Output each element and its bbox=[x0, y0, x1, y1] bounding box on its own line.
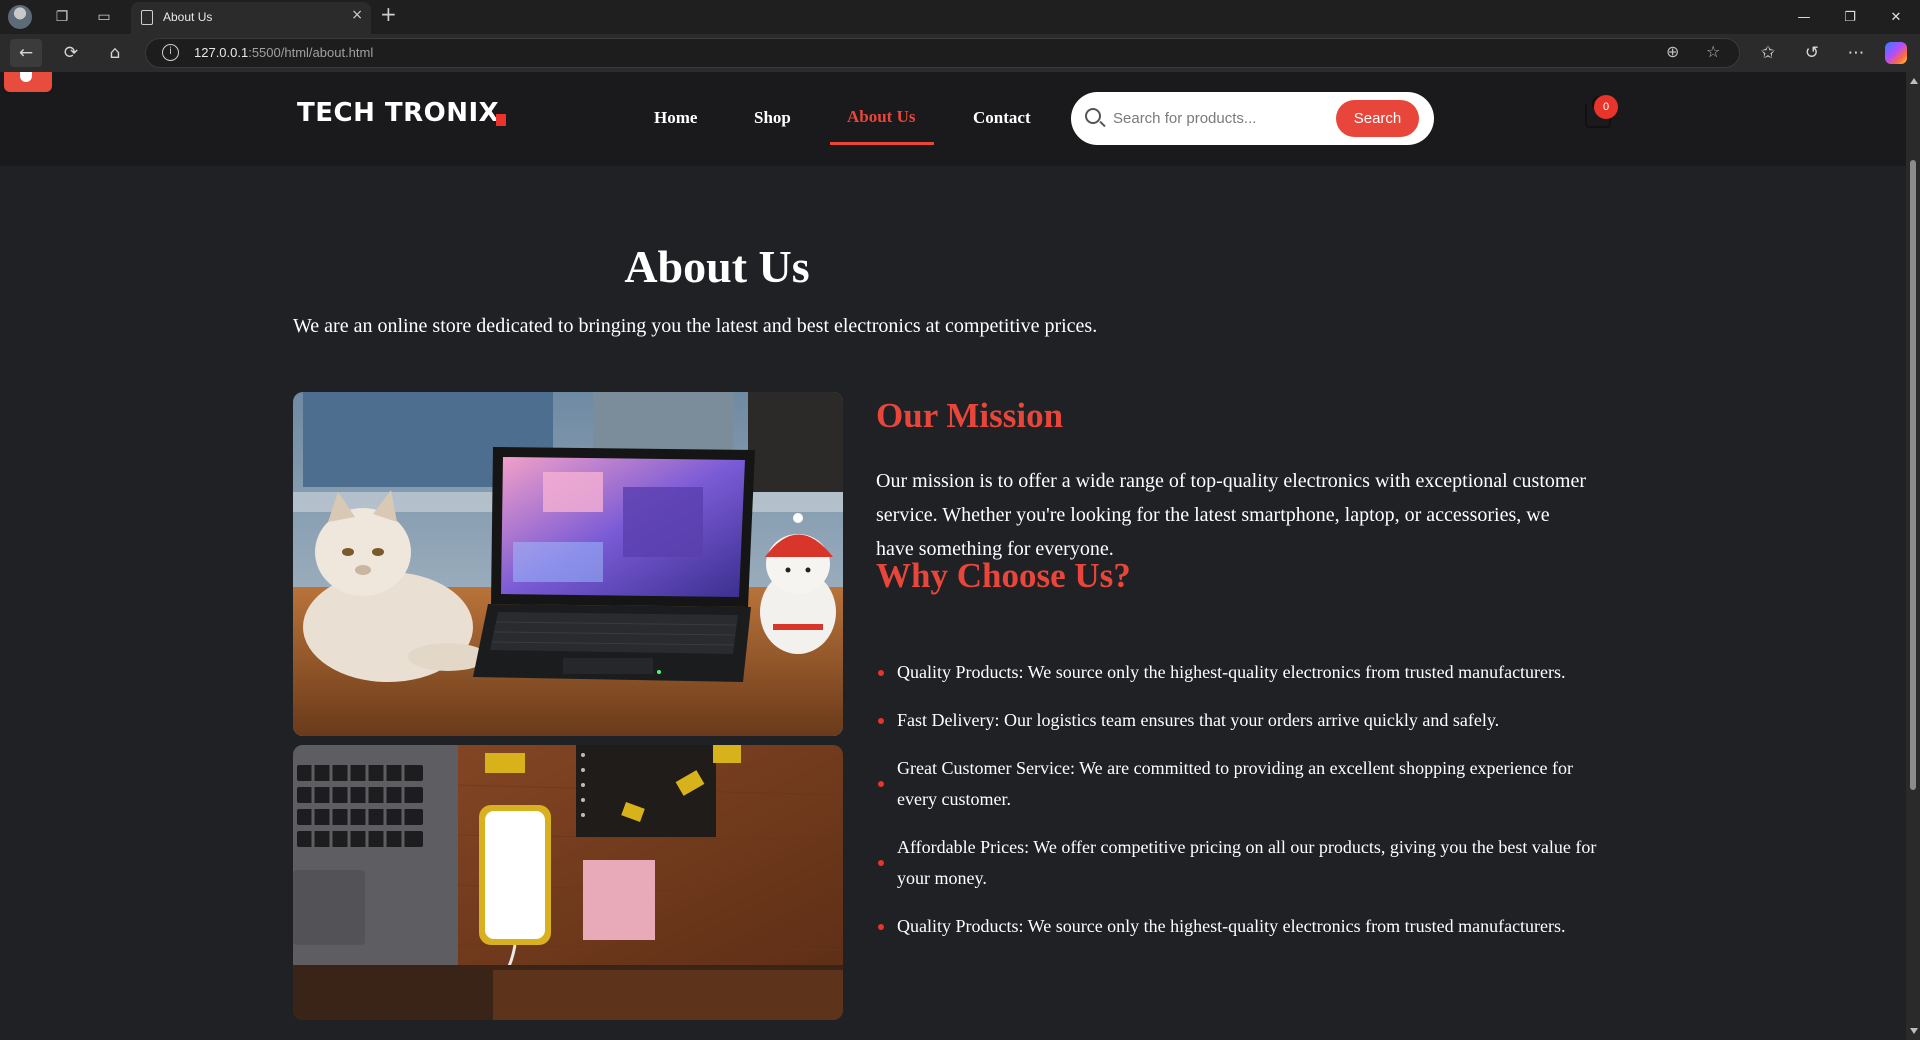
site-logo[interactable]: TECH TRONIX bbox=[297, 98, 499, 128]
nav-shop[interactable]: Shop bbox=[754, 108, 791, 128]
workspaces-icon[interactable]: ❐ bbox=[48, 4, 76, 30]
page-scrollbar[interactable] bbox=[1906, 72, 1920, 1040]
close-window-button[interactable]: ✕ bbox=[1874, 4, 1918, 30]
address-bar[interactable]: i 127.0.0.1:5500/html/about.html ⊕ ☆ bbox=[145, 38, 1740, 68]
page-icon bbox=[141, 10, 153, 25]
refresh-button[interactable]: ⟳ bbox=[55, 39, 87, 67]
zoom-icon[interactable]: ⊕ bbox=[1666, 42, 1679, 61]
cart-count-badge: 0 bbox=[1594, 95, 1618, 119]
restore-button[interactable]: ❐ bbox=[1828, 4, 1872, 30]
nav-about-us[interactable]: About Us bbox=[847, 107, 916, 127]
mission-heading: Our Mission bbox=[876, 396, 1064, 435]
nav-home[interactable]: Home bbox=[654, 108, 697, 128]
reason-text: Affordable Prices: We offer competitive … bbox=[897, 837, 1597, 888]
search-bar: Search bbox=[1071, 92, 1434, 145]
bullet-icon bbox=[878, 669, 884, 676]
copilot-icon[interactable] bbox=[1885, 42, 1907, 64]
favorite-star-icon[interactable]: ☆ bbox=[1706, 42, 1720, 61]
site-header: TECH TRONIX Home Shop About Us Contact S… bbox=[0, 72, 1906, 166]
moon-shape bbox=[20, 72, 32, 82]
tab-close-icon[interactable]: × bbox=[351, 7, 363, 23]
back-button[interactable]: ← bbox=[10, 39, 42, 67]
scroll-thumb[interactable] bbox=[1910, 160, 1916, 790]
bullet-icon bbox=[878, 923, 884, 930]
page-title: About Us bbox=[624, 241, 810, 292]
history-icon[interactable]: ↺ bbox=[1796, 39, 1828, 67]
search-icon bbox=[1085, 108, 1101, 124]
desk-phone-image bbox=[293, 745, 843, 1020]
more-menu-icon[interactable]: ⋯ bbox=[1840, 39, 1872, 67]
reason-text: Fast Delivery: Our logistics team ensure… bbox=[897, 710, 1500, 730]
scroll-up-arrow-icon[interactable] bbox=[1910, 78, 1918, 84]
new-tab-button[interactable]: + bbox=[380, 2, 397, 26]
bullet-icon bbox=[878, 717, 884, 724]
browser-tab[interactable]: About Us × bbox=[131, 2, 371, 34]
tab-title: About Us bbox=[163, 10, 213, 24]
reason-text: Quality Products: We source only the hig… bbox=[897, 662, 1566, 682]
intro-text: We are an online store dedicated to brin… bbox=[293, 315, 1098, 337]
favorites-icon[interactable]: ✩ bbox=[1752, 39, 1784, 67]
search-button[interactable]: Search bbox=[1336, 100, 1419, 137]
minimize-button[interactable]: — bbox=[1782, 4, 1826, 30]
url-host: 127.0.0.1 bbox=[194, 45, 249, 60]
nav-active-underline bbox=[830, 142, 934, 145]
reason-text: Great Customer Service: We are committed… bbox=[897, 758, 1573, 809]
site-info-icon[interactable]: i bbox=[162, 44, 179, 61]
browser-titlebar: ❐ ▭ About Us × + — ❐ ✕ bbox=[0, 0, 1920, 34]
list-item: Fast Delivery: Our logistics team ensure… bbox=[876, 705, 1616, 736]
home-button[interactable]: ⌂ bbox=[99, 39, 131, 67]
mission-text: Our mission is to offer a wide range of … bbox=[876, 470, 1586, 560]
reason-text: Quality Products: We source only the hig… bbox=[897, 916, 1566, 936]
reasons-list: Quality Products: We source only the hig… bbox=[876, 657, 1616, 959]
bullet-icon bbox=[878, 781, 884, 787]
scroll-down-arrow-icon[interactable] bbox=[1910, 1028, 1918, 1034]
profile-avatar[interactable] bbox=[8, 5, 32, 29]
theme-toggle-icon[interactable] bbox=[4, 72, 52, 92]
laptop-cat-image bbox=[293, 392, 843, 736]
list-item: Quality Products: We source only the hig… bbox=[876, 911, 1616, 942]
logo-accent-square bbox=[496, 114, 506, 126]
search-input[interactable] bbox=[1113, 105, 1333, 131]
list-item: Great Customer Service: We are committed… bbox=[876, 753, 1616, 815]
list-item: Affordable Prices: We offer competitive … bbox=[876, 832, 1616, 894]
tab-actions-icon[interactable]: ▭ bbox=[90, 4, 118, 30]
address-url[interactable]: 127.0.0.1:5500/html/about.html bbox=[194, 45, 373, 60]
why-choose-heading: Why Choose Us? bbox=[876, 556, 1131, 595]
browser-toolbar: ← ⟳ ⌂ i 127.0.0.1:5500/html/about.html ⊕… bbox=[0, 34, 1920, 72]
url-path: :5500/html/about.html bbox=[248, 45, 374, 60]
bullet-icon bbox=[878, 860, 884, 866]
nav-contact[interactable]: Contact bbox=[973, 108, 1031, 128]
list-item: Quality Products: We source only the hig… bbox=[876, 657, 1616, 688]
page-viewport: TECH TRONIX Home Shop About Us Contact S… bbox=[0, 72, 1906, 1040]
